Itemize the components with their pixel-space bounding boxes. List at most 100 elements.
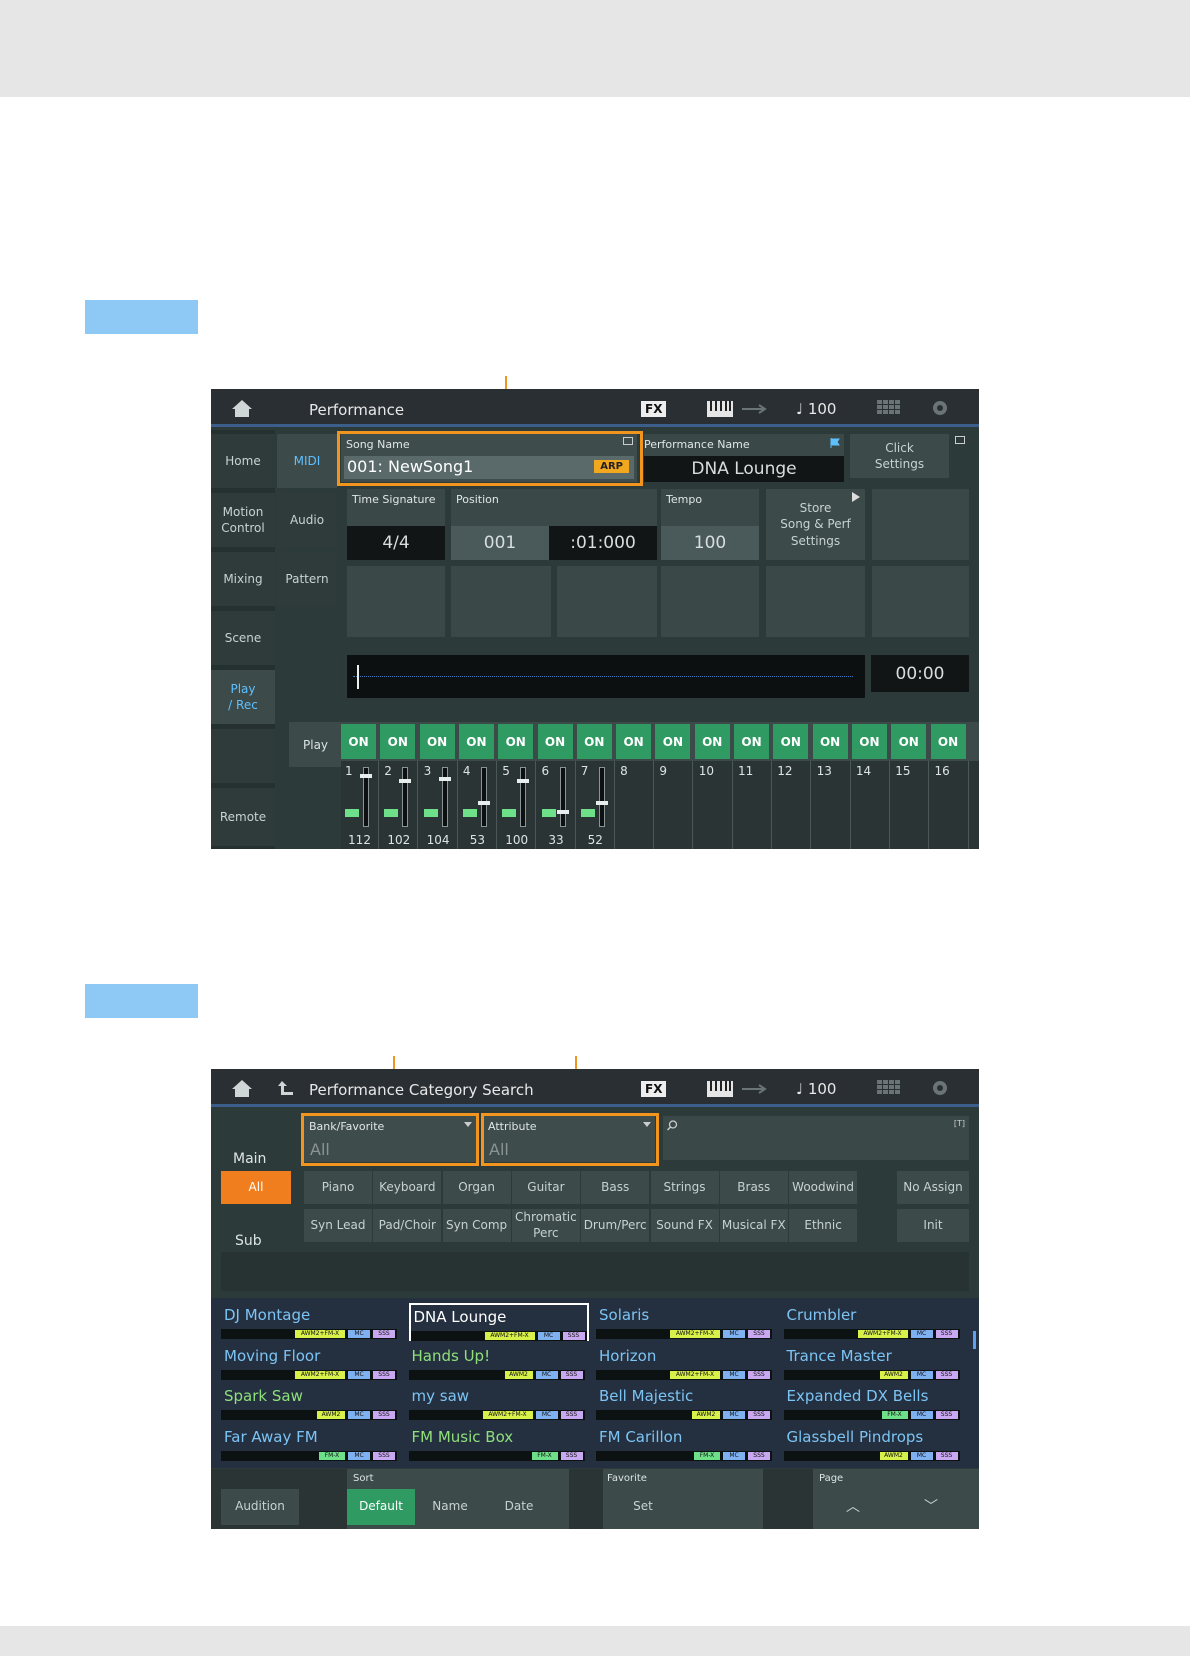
result-item[interactable]: Solaris SSS MC AWM2+FM-X (596, 1303, 776, 1341)
fader-knob[interactable] (556, 809, 569, 814)
fader-knob[interactable] (399, 778, 412, 783)
play-on-button-4[interactable]: ON (458, 724, 494, 759)
result-item[interactable]: Trance Master SSS MC AWM2 (783, 1344, 964, 1382)
channel-9[interactable]: 9 (655, 761, 694, 849)
song-timeline[interactable] (347, 655, 865, 698)
result-item[interactable]: Glassbell Pindrops SSS MC AWM2 (783, 1425, 964, 1463)
result-item[interactable]: Spark Saw SSS MC AWM2 (221, 1384, 401, 1422)
play-on-button-11[interactable]: ON (734, 724, 769, 759)
channel-6[interactable]: 6 33 (537, 761, 576, 849)
gear-icon[interactable] (930, 1078, 950, 1098)
sub-category-button[interactable]: Drum/Perc (581, 1209, 650, 1242)
result-item[interactable]: DNA Lounge SSS MC AWM2+FM-X (408, 1303, 589, 1341)
favorite-set-button[interactable]: Set (604, 1489, 682, 1525)
play-on-button-7[interactable]: ON (576, 724, 612, 759)
sub-category-button[interactable]: Pad/Choir (373, 1209, 442, 1242)
play-on-button-3[interactable]: ON (419, 724, 455, 759)
time-signature-field[interactable]: Time Signature 4/4 (347, 489, 445, 560)
play-on-button-6[interactable]: ON (537, 724, 573, 759)
grid-icon[interactable] (877, 400, 901, 418)
sub-category-button[interactable]: Chromatic Perc (511, 1209, 580, 1242)
tab-audio[interactable]: Audio (277, 493, 337, 547)
sub-category-button[interactable]: Syn Comp (442, 1209, 511, 1242)
result-item[interactable]: FM Music Box SSS FM-X (408, 1425, 589, 1463)
channel-11[interactable]: 11 (734, 761, 772, 849)
channel-12[interactable]: 12 (773, 761, 812, 849)
home-icon[interactable] (231, 1078, 253, 1098)
play-on-button-2[interactable]: ON (380, 724, 416, 759)
position-measure[interactable]: 001 (451, 526, 549, 560)
tab-mixing[interactable]: Mixing (211, 552, 275, 606)
position-field[interactable]: Position 001 :01:000 (451, 489, 657, 560)
volume-fader[interactable] (441, 767, 448, 827)
channel-1[interactable]: 1 112 (341, 761, 379, 849)
fader-knob[interactable] (595, 801, 608, 806)
category-all-button[interactable]: All (221, 1171, 291, 1204)
fader-knob[interactable] (517, 779, 530, 784)
play-on-button-1[interactable]: ON (341, 724, 376, 759)
category-init-button[interactable]: Init (897, 1209, 969, 1242)
sort-name-button[interactable]: Name (416, 1489, 484, 1525)
fx-icon[interactable]: FX (641, 401, 667, 417)
channel-13[interactable]: 13 (812, 761, 851, 849)
tempo-field[interactable]: Tempo 100 (661, 489, 759, 560)
fader-knob[interactable] (477, 800, 490, 805)
gear-icon[interactable] (930, 398, 950, 418)
main-category-button[interactable]: Woodwind (789, 1171, 858, 1204)
sub-category-button[interactable]: Musical FX (719, 1209, 788, 1242)
channel-7[interactable]: 7 52 (576, 761, 615, 849)
channel-15[interactable]: 15 (891, 761, 930, 849)
play-on-button-14[interactable]: ON (851, 724, 887, 759)
play-on-button-12[interactable]: ON (773, 724, 809, 759)
keyboard-icon[interactable] (707, 1081, 733, 1097)
fader-knob[interactable] (438, 777, 451, 782)
tab-remote[interactable]: Remote (211, 788, 275, 846)
tab-pattern[interactable]: Pattern (277, 552, 337, 606)
performance-name-field[interactable]: Performance Name DNA Lounge (644, 434, 844, 482)
result-item[interactable]: Expanded DX Bells SSS MC FM-X (783, 1384, 964, 1422)
fader-knob[interactable] (360, 773, 372, 778)
channel-2[interactable]: 2 102 (380, 761, 419, 849)
result-item[interactable]: Hands Up! SSS MC AWM2 (408, 1344, 589, 1382)
page-up-button[interactable]: ︿ (814, 1489, 892, 1525)
tempo-indicator[interactable]: ♩ 100 (796, 1080, 836, 1098)
play-on-button-5[interactable]: ON (498, 724, 534, 759)
click-settings-button[interactable]: Click Settings (850, 434, 949, 478)
channel-16[interactable]: 16 (930, 761, 969, 849)
fx-icon[interactable]: FX (641, 1081, 667, 1097)
play-on-button-16[interactable]: ON (930, 724, 966, 759)
channel-5[interactable]: 5 100 (498, 761, 537, 849)
playhead[interactable] (357, 665, 359, 689)
main-category-button[interactable]: Bass (581, 1171, 650, 1204)
store-settings-button[interactable]: Store Song & Perf Settings (766, 489, 865, 560)
play-on-button-10[interactable]: ON (694, 724, 730, 759)
volume-fader[interactable] (480, 767, 487, 827)
tab-midi[interactable]: MIDI (277, 434, 337, 488)
result-item[interactable]: Far Away FM SSS MC FM-X (221, 1425, 401, 1463)
text-icon[interactable]: [T] (954, 1119, 965, 1128)
home-icon[interactable] (231, 398, 253, 418)
scrollbar-thumb[interactable] (973, 1331, 976, 1349)
main-category-button[interactable]: Brass (719, 1171, 788, 1204)
sort-default-button[interactable]: Default (347, 1489, 415, 1525)
play-on-button-15[interactable]: ON (891, 724, 927, 759)
main-category-button[interactable]: Piano (304, 1171, 372, 1204)
position-beat[interactable]: :01:000 (549, 526, 657, 560)
channel-3[interactable]: 3 104 (419, 761, 458, 849)
main-category-button[interactable]: Guitar (511, 1171, 580, 1204)
main-category-button[interactable]: Organ (442, 1171, 511, 1204)
channel-10[interactable]: 10 (694, 761, 733, 849)
play-on-button-13[interactable]: ON (812, 724, 848, 759)
page-down-button[interactable]: ﹀ (893, 1489, 969, 1525)
result-item[interactable]: Bell Majestic SSS MC AWM2 (596, 1384, 776, 1422)
tab-scene[interactable]: Scene (211, 611, 275, 665)
grid-icon[interactable] (877, 1080, 901, 1098)
channel-14[interactable]: 14 (851, 761, 890, 849)
volume-fader[interactable] (402, 767, 409, 827)
channel-4[interactable]: 4 53 (458, 761, 497, 849)
main-category-button[interactable]: Keyboard (373, 1171, 442, 1204)
search-input[interactable]: [T] (663, 1116, 969, 1160)
tempo-indicator[interactable]: ♩ 100 (796, 400, 836, 418)
tab-motion-control[interactable]: Motion Control (211, 493, 275, 547)
sort-date-button[interactable]: Date (485, 1489, 553, 1525)
